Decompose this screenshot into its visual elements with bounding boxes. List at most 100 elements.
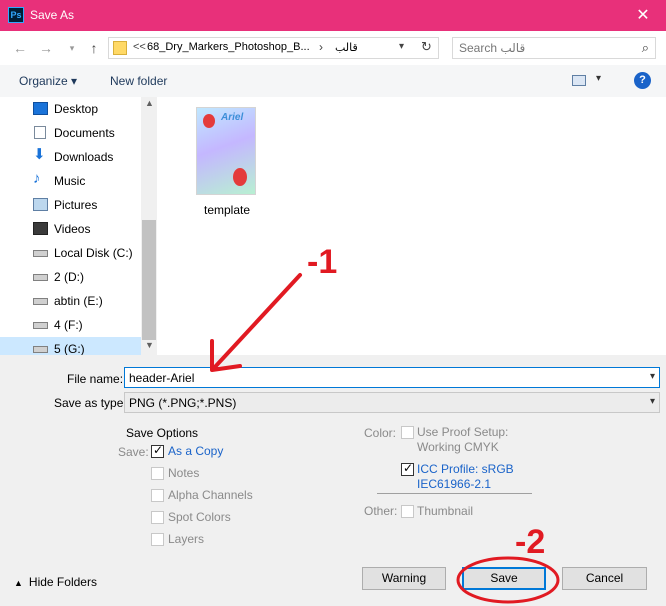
icc-profile-checkbox[interactable] xyxy=(401,461,414,476)
search-icon: ⌕ xyxy=(641,40,649,55)
spot-colors-label: Spot Colors xyxy=(168,510,231,524)
notes-label: Notes xyxy=(168,466,200,480)
change-view-icon[interactable] xyxy=(572,75,586,86)
sidebar-item-drive-e[interactable]: abtin (E:) xyxy=(0,289,141,313)
sidebar-item-drive-d[interactable]: 2 (D:) xyxy=(0,265,141,289)
documents-icon xyxy=(34,126,46,139)
address-overflow-chevron[interactable]: << xyxy=(133,41,146,53)
help-icon[interactable]: ? xyxy=(634,72,651,89)
sidebar-item-label: 2 (D:) xyxy=(54,270,84,284)
drive-icon xyxy=(33,322,48,329)
close-icon[interactable]: ✕ xyxy=(620,0,666,31)
address-segment-parent[interactable]: 68_Dry_Markers_Photoshop_B... xyxy=(147,41,310,53)
desktop-icon xyxy=(33,102,48,115)
sidebar-item-label: Documents xyxy=(54,126,115,140)
drive-icon xyxy=(33,250,48,257)
folder-icon xyxy=(113,41,127,55)
navigation-bar: ← → ▾ ↑ << 68_Dry_Markers_Photoshop_B...… xyxy=(0,31,666,65)
sidebar-item-desktop[interactable]: Desktop xyxy=(0,97,141,121)
sidebar-scrollbar[interactable]: ▲ ▼ xyxy=(141,97,157,355)
new-folder-button[interactable]: New folder xyxy=(110,74,167,88)
music-icon: ♪ xyxy=(33,170,41,187)
navigation-pane: Desktop Documents ⬇ Downloads ♪ Music Pi… xyxy=(0,97,157,355)
thumbnail-checkbox[interactable] xyxy=(401,505,414,518)
scroll-down-icon[interactable]: ▼ xyxy=(145,340,154,350)
sidebar-item-downloads[interactable]: ⬇ Downloads xyxy=(0,145,141,169)
notes-checkbox[interactable] xyxy=(151,467,164,480)
proof-setup-profile: Working CMYK xyxy=(417,440,499,454)
back-arrow-icon[interactable]: ← xyxy=(12,40,28,56)
title-bar: Ps Save As ✕ xyxy=(0,0,666,31)
savetype-select[interactable]: PNG (*.PNG;*.PNS) ▾ xyxy=(124,392,660,413)
save-options-heading: Save Options xyxy=(126,426,199,440)
sidebar-item-label: Desktop xyxy=(54,102,99,116)
save-label: Save: xyxy=(118,445,149,459)
sidebar-item-label: Local Disk (C:) xyxy=(54,246,133,260)
thumbnail-text: Ariel xyxy=(221,112,244,123)
sidebar-item-videos[interactable]: Videos xyxy=(0,217,141,241)
drive-icon xyxy=(33,346,48,353)
file-list: Ariel template xyxy=(157,97,666,355)
hide-folders-button[interactable]: ▲ Hide Folders xyxy=(14,575,97,589)
as-a-copy-checkbox[interactable] xyxy=(151,443,164,458)
filename-dropdown-chevron-icon[interactable]: ▾ xyxy=(650,371,655,382)
as-a-copy-label[interactable]: As a Copy xyxy=(168,444,223,458)
view-options-chevron-icon[interactable]: ▾ xyxy=(596,73,601,84)
sidebar-item-drive-f[interactable]: 4 (F:) xyxy=(0,313,141,337)
thumbnail-label: Thumbnail xyxy=(417,504,474,518)
savetype-value: PNG (*.PNG;*.PNS) xyxy=(129,396,237,410)
organize-button[interactable]: Organize ▾ xyxy=(19,74,77,88)
sidebar-item-label: Music xyxy=(54,174,86,188)
command-toolbar: Organize ▾ New folder ▾ ? xyxy=(0,65,666,97)
sidebar-item-drive-g[interactable]: 5 (G:) xyxy=(0,337,141,355)
search-input[interactable]: Search قالب ⌕ xyxy=(452,37,656,59)
file-name: template xyxy=(203,203,251,217)
proof-setup-checkbox[interactable] xyxy=(401,426,414,439)
save-button[interactable]: Save xyxy=(462,567,546,590)
sidebar-item-label: Downloads xyxy=(54,150,114,164)
sidebar-item-documents[interactable]: Documents xyxy=(0,121,141,145)
color-label: Color: xyxy=(364,426,397,440)
photoshop-app-icon: Ps xyxy=(8,7,24,23)
filename-input[interactable]: header-Ariel ▾ xyxy=(124,367,660,388)
icc-profile-label[interactable]: ICC Profile: sRGB xyxy=(417,462,514,476)
search-placeholder: Search قالب xyxy=(459,41,526,55)
sidebar-item-label: Videos xyxy=(54,222,91,236)
address-dropdown-chevron-icon[interactable]: ▾ xyxy=(399,41,404,52)
hide-folders-label: Hide Folders xyxy=(28,575,97,589)
savetype-dropdown-chevron-icon[interactable]: ▾ xyxy=(650,396,655,407)
sidebar-item-music[interactable]: ♪ Music xyxy=(0,169,141,193)
scroll-up-icon[interactable]: ▲ xyxy=(145,98,154,108)
sidebar-item-pictures[interactable]: Pictures xyxy=(0,193,141,217)
annotation-step-2: -2 xyxy=(515,523,546,561)
sidebar-item-label: 4 (F:) xyxy=(54,318,83,332)
up-arrow-icon[interactable]: ↑ xyxy=(86,40,102,56)
alpha-channels-checkbox[interactable] xyxy=(151,489,164,502)
cancel-button[interactable]: Cancel xyxy=(562,567,647,590)
annotation-step-1: -1 xyxy=(307,243,338,281)
spot-colors-checkbox[interactable] xyxy=(151,511,164,524)
other-label: Other: xyxy=(364,504,398,518)
icc-profile-value: IEC61966-2.1 xyxy=(417,477,492,491)
alpha-channels-label: Alpha Channels xyxy=(168,488,253,502)
address-separator-icon: › xyxy=(319,40,323,54)
options-divider xyxy=(377,493,532,494)
refresh-icon[interactable]: ↻ xyxy=(421,39,432,55)
recent-locations-chevron-icon[interactable]: ▾ xyxy=(64,40,80,56)
warning-button[interactable]: Warning xyxy=(362,567,446,590)
filename-label: File name: xyxy=(67,372,124,386)
filename-value: header-Ariel xyxy=(129,371,195,385)
thumbnail-figure xyxy=(233,168,247,186)
sidebar-item-local-disk-c[interactable]: Local Disk (C:) xyxy=(0,241,141,265)
forward-arrow-icon[interactable]: → xyxy=(38,40,54,56)
videos-icon xyxy=(33,222,48,235)
sidebar-item-label: abtin (E:) xyxy=(54,294,103,308)
address-bar[interactable]: << 68_Dry_Markers_Photoshop_B... › قالب … xyxy=(108,37,439,59)
address-segment-current[interactable]: قالب xyxy=(335,41,358,54)
sidebar-item-label: Pictures xyxy=(54,198,98,212)
drive-icon xyxy=(33,298,48,305)
layers-checkbox[interactable] xyxy=(151,533,164,546)
chevron-up-icon: ▲ xyxy=(14,578,23,588)
scrollbar-thumb[interactable] xyxy=(142,220,156,340)
pictures-icon xyxy=(33,198,48,211)
